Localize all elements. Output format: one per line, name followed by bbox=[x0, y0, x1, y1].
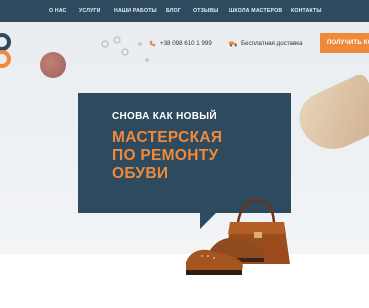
nav-item-about[interactable]: О НАС bbox=[49, 8, 67, 14]
hero-title-line: ОБУВИ bbox=[112, 165, 169, 182]
truck-icon bbox=[229, 41, 237, 47]
nav-item-services[interactable]: УСЛУГИ bbox=[79, 8, 101, 14]
hero-title-line: МАСТЕРСКАЯ bbox=[112, 129, 223, 146]
eyelets-decoration bbox=[101, 36, 149, 62]
nav-item-blog[interactable]: БЛОГ bbox=[166, 8, 181, 14]
thread-spool-image bbox=[40, 52, 66, 78]
hero-title: МАСТЕРСКАЯ ПО РЕМОНТУ ОБУВИ bbox=[112, 129, 222, 183]
nav-item-contacts[interactable]: КОНТАКТЫ bbox=[291, 8, 322, 14]
top-navigation: О НАС УСЛУГИ НАШИ РАБОТЫ БЛОГ ОТЗЫВЫ ШКО… bbox=[0, 0, 369, 22]
free-delivery: Бесплатная доставка bbox=[229, 40, 303, 47]
hero-subtitle: СНОВА КАК НОВЫЙ bbox=[112, 111, 217, 122]
nav-item-our-works[interactable]: НАШИ РАБОТЫ bbox=[114, 8, 157, 14]
phone-contact[interactable]: +38 098 610 1 999 bbox=[149, 40, 212, 47]
shoes-and-bag-image bbox=[186, 198, 290, 275]
shoe-sole-image bbox=[291, 71, 369, 161]
hero-title-line: ПО РЕМОНТУ bbox=[112, 147, 219, 164]
logo[interactable] bbox=[0, 32, 16, 72]
phone-icon bbox=[149, 40, 156, 47]
nav-item-masters-school[interactable]: ШКОЛА МАСТЕРОВ bbox=[229, 8, 282, 14]
nav-item-reviews[interactable]: ОТЗЫВЫ bbox=[193, 8, 219, 14]
get-consultation-button[interactable]: ПОЛУЧИТЬ КО bbox=[320, 33, 369, 53]
phone-number[interactable]: +38 098 610 1 999 bbox=[160, 40, 212, 47]
delivery-text: Бесплатная доставка bbox=[241, 40, 303, 47]
